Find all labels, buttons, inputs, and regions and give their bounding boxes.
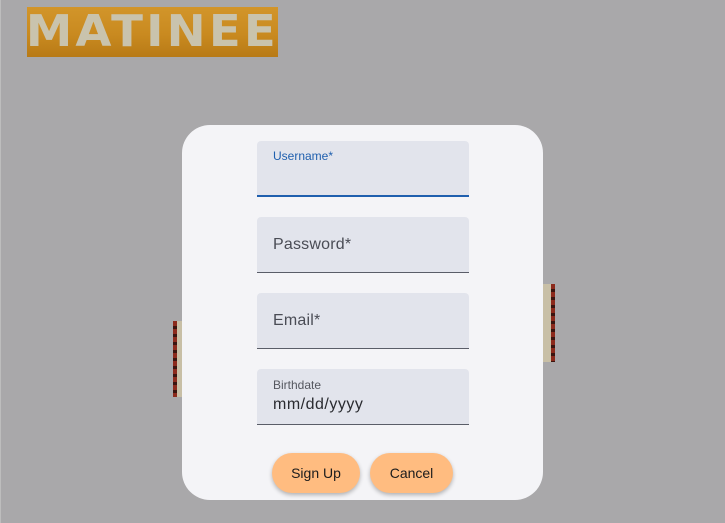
birthdate-label: Birthdate bbox=[273, 378, 322, 392]
password-label: Password* bbox=[273, 236, 352, 253]
sign-up-button[interactable]: Sign Up bbox=[272, 453, 360, 493]
signup-dialog: Username* Password* Email* Birthdate mm/… bbox=[182, 125, 543, 500]
email-field[interactable]: Email* bbox=[257, 293, 469, 349]
birthdate-placeholder[interactable]: mm/dd/yyyy bbox=[273, 396, 363, 414]
username-input[interactable] bbox=[273, 167, 453, 189]
matinee-logo: MATINEE bbox=[25, 6, 280, 57]
film-strip-decoration-right bbox=[541, 284, 555, 362]
email-label: Email* bbox=[273, 312, 321, 329]
film-perforations bbox=[551, 284, 555, 362]
logo-text: MATINEE bbox=[25, 6, 280, 57]
password-field[interactable]: Password* bbox=[257, 217, 469, 273]
birthdate-field[interactable]: Birthdate mm/dd/yyyy bbox=[257, 369, 469, 425]
page-edge-divider bbox=[0, 0, 1, 523]
username-field[interactable]: Username* bbox=[257, 141, 469, 197]
cancel-button[interactable]: Cancel bbox=[370, 453, 453, 493]
username-label: Username* bbox=[273, 149, 334, 163]
film-perforations bbox=[173, 321, 177, 397]
